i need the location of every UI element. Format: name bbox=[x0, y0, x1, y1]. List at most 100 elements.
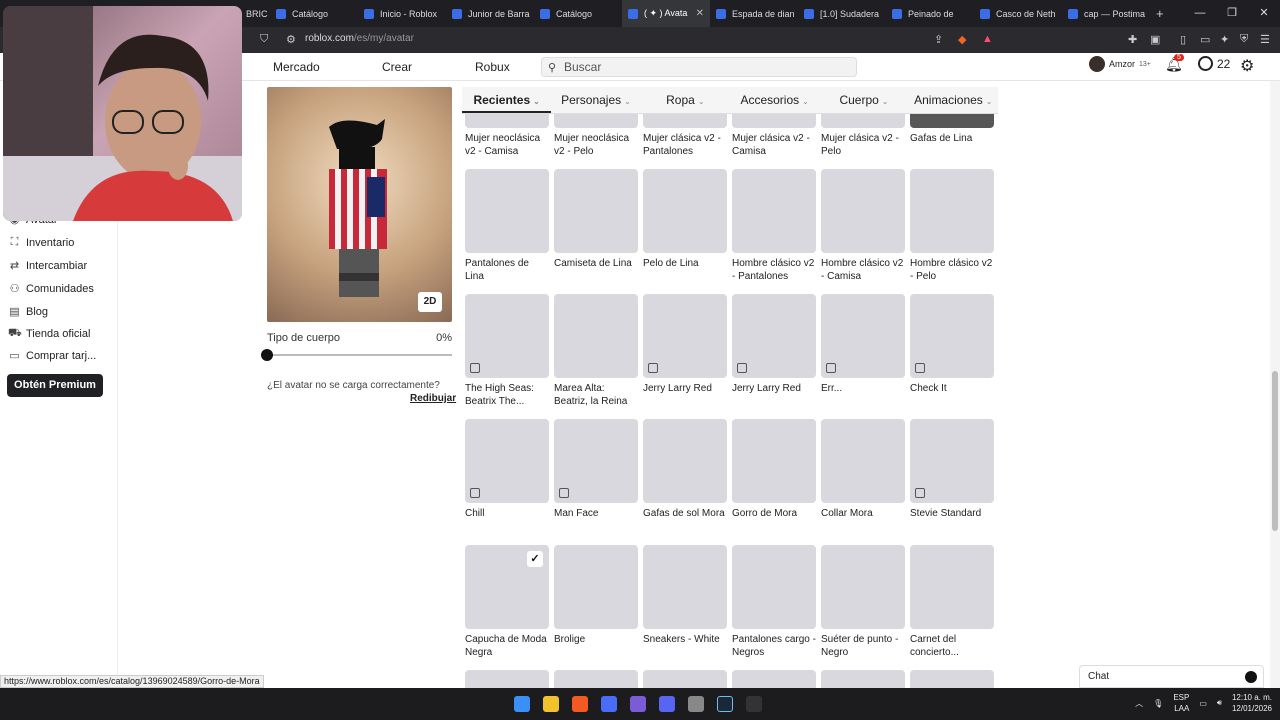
robux-balance[interactable]: 22 bbox=[1198, 56, 1230, 71]
tab-category[interactable]: Accesorios ⌄ bbox=[730, 87, 819, 113]
scrollbar-thumb[interactable] bbox=[1272, 371, 1278, 531]
item-card[interactable]: Pelo de Lina bbox=[643, 169, 727, 283]
discord-icon[interactable] bbox=[659, 696, 675, 712]
item-card[interactable]: Hombre clásico v2 - Pantalones bbox=[732, 169, 816, 283]
item-card[interactable]: Stevie Standard bbox=[910, 419, 994, 533]
nav-robux[interactable]: Robux bbox=[475, 60, 510, 74]
item-card[interactable] bbox=[732, 670, 816, 688]
screenshot-icon[interactable]: ▣ bbox=[1150, 33, 1160, 46]
item-card[interactable]: Sneakers - White bbox=[643, 545, 727, 659]
item-card[interactable]: Gorro de Mora bbox=[732, 419, 816, 533]
item-card[interactable]: Suéter de punto - Negro bbox=[821, 545, 905, 659]
brave-browser-icon[interactable] bbox=[572, 696, 588, 712]
browser-tab[interactable]: [1.0] Sudadera bbox=[798, 0, 886, 27]
chat-widget[interactable]: Chat bbox=[1079, 665, 1264, 688]
item-card[interactable] bbox=[554, 670, 638, 688]
network-icon[interactable]: ▭ bbox=[1199, 699, 1207, 708]
browser-tab[interactable]: cap — Postima bbox=[1062, 0, 1150, 27]
redraw-link[interactable]: Redibujar bbox=[410, 393, 456, 404]
item-card[interactable] bbox=[910, 670, 994, 688]
item-card[interactable]: Hombre clásico v2 - Camisa bbox=[821, 169, 905, 283]
system-clock[interactable]: 12:10 a. m. 12/01/2026 bbox=[1232, 692, 1272, 714]
item-card[interactable]: Carnet del concierto... bbox=[910, 545, 994, 659]
item-card[interactable]: Marea Alta: Beatriz, la Reina de los... bbox=[554, 294, 638, 408]
item-card[interactable]: Man Face bbox=[554, 419, 638, 533]
item-card[interactable]: Jerry Larry Red bbox=[732, 294, 816, 408]
notifications-button[interactable]: 🔔︎ 5 bbox=[1165, 54, 1184, 73]
item-card[interactable]: Gafas de Lina bbox=[910, 114, 994, 158]
nav-market[interactable]: Mercado bbox=[273, 60, 320, 74]
file-explorer-icon[interactable] bbox=[543, 696, 559, 712]
item-card[interactable]: The High Seas: Beatrix The... bbox=[465, 294, 549, 408]
browser-tab[interactable]: Catálogo bbox=[534, 0, 622, 27]
premium-button[interactable]: Obtén Premium bbox=[7, 374, 103, 397]
restore-icon[interactable]: ❐ bbox=[1216, 0, 1248, 27]
new-tab-button[interactable]: + bbox=[1156, 6, 1164, 21]
item-card[interactable]: Check It bbox=[910, 294, 994, 408]
body-type-slider[interactable] bbox=[267, 354, 452, 356]
sidebar-item-inventory[interactable]: ⛶ Inventario bbox=[8, 236, 75, 249]
tab-category[interactable]: Ropa ⌄ bbox=[641, 87, 730, 113]
site-info-icon[interactable]: ⚙ bbox=[286, 33, 296, 46]
item-card[interactable]: Jerry Larry Red bbox=[643, 294, 727, 408]
sidebar-item-trade[interactable]: ⇄ Intercambiar bbox=[8, 259, 87, 273]
item-card[interactable]: Camiseta de Lina bbox=[554, 169, 638, 283]
browser-tab[interactable]: Peinado de bbox=[886, 0, 974, 27]
item-card[interactable]: Collar Mora bbox=[821, 419, 905, 533]
item-card[interactable]: Mujer neoclásica v2 - Pelo bbox=[554, 114, 638, 158]
minimize-icon[interactable]: — bbox=[1184, 0, 1216, 27]
sidebar-item-gift-card[interactable]: ▭ Comprar tarj... bbox=[8, 349, 96, 363]
body-type-slider-handle[interactable] bbox=[261, 349, 273, 361]
tab-category[interactable]: Animaciones ⌄ bbox=[909, 87, 998, 113]
item-card[interactable]: Mujer clásica v2 - Pelo bbox=[821, 114, 905, 158]
avatar-preview[interactable]: 2D bbox=[267, 87, 452, 322]
item-card[interactable]: Gafas de sol Mora bbox=[643, 419, 727, 533]
game-app-icon[interactable] bbox=[630, 696, 646, 712]
vpn-icon[interactable]: ⛨ bbox=[1240, 33, 1248, 46]
item-card[interactable]: Mujer neoclásica v2 - Camisa bbox=[465, 114, 549, 158]
tab-close-icon[interactable]: ✕ bbox=[696, 8, 704, 19]
browser-tab[interactable]: Casco de Neth bbox=[974, 0, 1062, 27]
share-icon[interactable]: ⇪ bbox=[934, 33, 943, 46]
sidebar-item-store[interactable]: ⛟ Tienda oficial bbox=[8, 327, 90, 341]
sidebar-toggle-icon[interactable]: ▯ bbox=[1180, 33, 1186, 46]
epic-games-icon[interactable] bbox=[746, 696, 762, 712]
settings-app-icon[interactable] bbox=[688, 696, 704, 712]
item-card[interactable]: Brolige bbox=[554, 545, 638, 659]
tab-category[interactable]: Recientes ⌄ bbox=[462, 87, 552, 113]
volume-icon[interactable]: 🔊︎ bbox=[1217, 698, 1222, 708]
browser-tab[interactable]: Junior de Barra bbox=[446, 0, 534, 27]
item-card[interactable] bbox=[643, 670, 727, 688]
item-card[interactable] bbox=[821, 670, 905, 688]
item-card[interactable]: Chill bbox=[465, 419, 549, 533]
page-scrollbar[interactable] bbox=[1270, 81, 1280, 688]
tray-chevron-icon[interactable]: ︿ bbox=[1135, 698, 1143, 709]
browser-tab[interactable]: Inicio - Roblox bbox=[358, 0, 446, 27]
bookmark-icon[interactable]: ⛉ bbox=[260, 33, 268, 46]
windows-start-icon[interactable] bbox=[514, 696, 530, 712]
language-indicator[interactable]: ESP LAA bbox=[1173, 692, 1189, 714]
chat-toggle-icon[interactable] bbox=[1245, 671, 1257, 683]
brave-shield-icon[interactable]: ◆ bbox=[958, 33, 966, 46]
nav-create[interactable]: Crear bbox=[382, 60, 412, 74]
browser-tab[interactable]: Catálogo bbox=[270, 0, 358, 27]
browser-tab[interactable]: Espada de dian bbox=[710, 0, 798, 27]
menu-icon[interactable]: ☰ bbox=[1260, 33, 1270, 46]
browser-tab[interactable]: BRIC bbox=[240, 0, 270, 27]
item-card[interactable]: Mujer clásica v2 - Camisa bbox=[732, 114, 816, 158]
sidebar-item-blog[interactable]: ▤ Blog bbox=[8, 305, 48, 319]
leo-icon[interactable]: ✦ bbox=[1220, 33, 1229, 46]
wallet-icon[interactable]: ▭ bbox=[1200, 33, 1210, 46]
tab-category[interactable]: Personajes ⌄ bbox=[551, 87, 640, 113]
sidebar-item-communities[interactable]: ⚇ Comunidades bbox=[8, 282, 94, 296]
store-app-icon[interactable] bbox=[601, 696, 617, 712]
search-input[interactable]: ⚲ Buscar bbox=[541, 57, 857, 77]
steam-icon[interactable] bbox=[717, 696, 733, 712]
rewards-icon[interactable]: ▲ bbox=[982, 33, 993, 45]
browser-tab[interactable]: ( ✦ ) Avata ✕ bbox=[622, 0, 710, 27]
url-field[interactable]: roblox.com/es/my/avatar bbox=[305, 33, 414, 44]
item-card[interactable]: ✓ Capucha de Moda Negra bbox=[465, 545, 549, 659]
close-window-icon[interactable]: ✕ bbox=[1248, 0, 1280, 27]
extensions-icon[interactable]: ✚ bbox=[1128, 33, 1137, 46]
settings-gear-icon[interactable]: ⚙ bbox=[1240, 56, 1254, 76]
